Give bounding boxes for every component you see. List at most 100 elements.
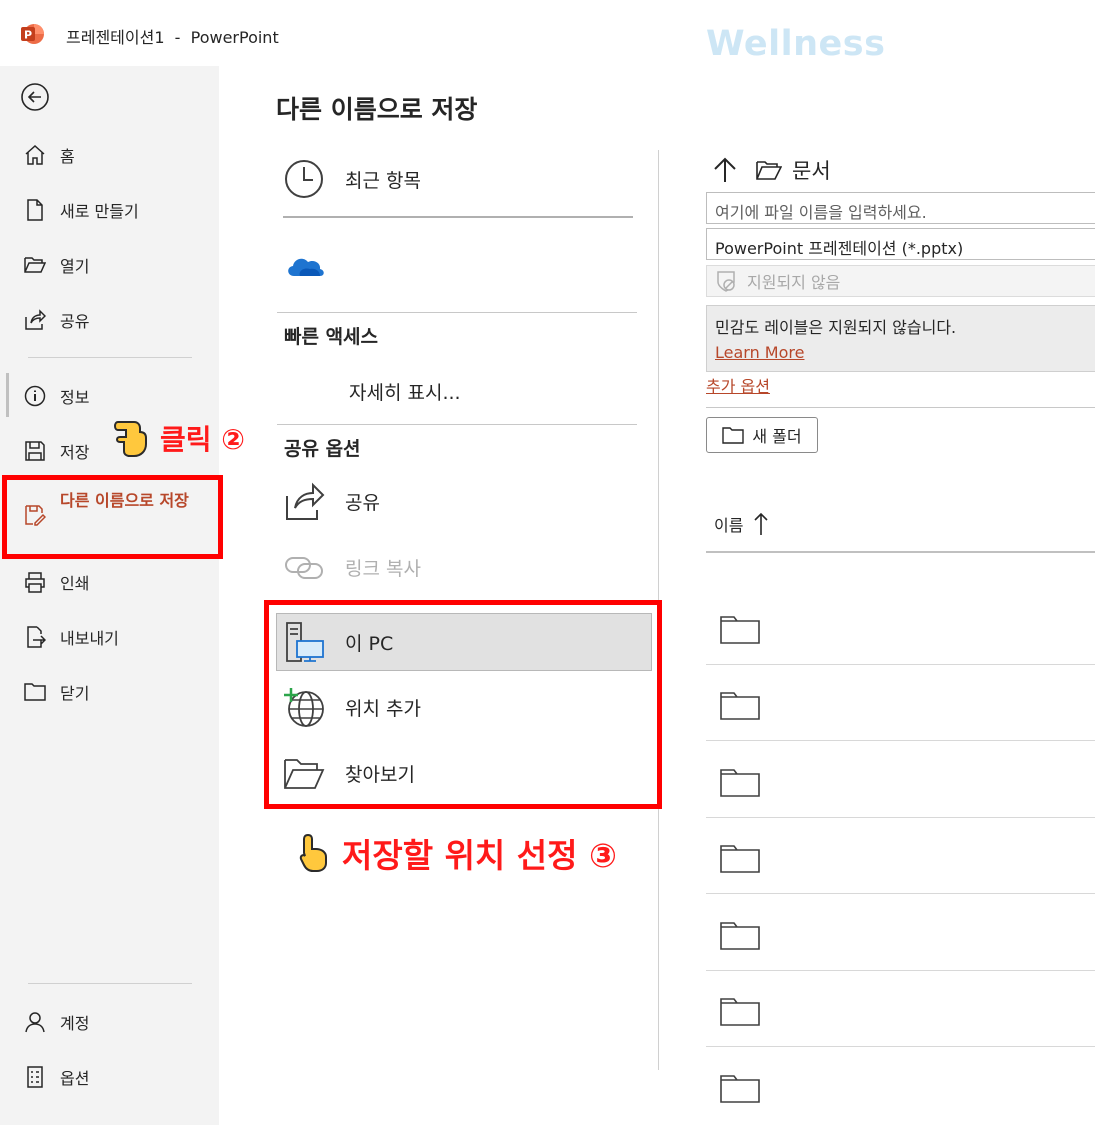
sensitivity-select: 지원되지 않음 — [706, 265, 1095, 297]
divider — [283, 216, 633, 218]
folder-icon — [720, 922, 760, 950]
location-copy-link: 링크 복사 — [283, 546, 421, 588]
sidebar-item-label: 정보 — [60, 388, 90, 407]
pointing-hand-icon — [114, 421, 147, 457]
learn-more-link[interactable]: Learn More — [715, 343, 804, 362]
sidebar-item-home[interactable]: 홈 — [24, 138, 75, 172]
export-icon — [27, 626, 46, 648]
sidebar-item-print[interactable]: 인쇄 — [24, 565, 89, 599]
annotation-highlight-locations — [264, 600, 662, 809]
sidebar-item-options[interactable]: 옵션 — [24, 1060, 89, 1094]
folder-icon — [720, 845, 760, 873]
location-label: 최근 항목 — [345, 169, 421, 192]
new-folder-button[interactable]: 새 폴더 — [706, 417, 818, 453]
sidebar-item-info[interactable]: 정보 — [24, 379, 89, 413]
sidebar-item-account[interactable]: 계정 — [24, 1005, 89, 1039]
more-options-link[interactable]: 추가 옵션 — [706, 373, 770, 397]
list-item[interactable] — [706, 666, 1095, 741]
sidebar-item-label: 인쇄 — [60, 574, 90, 593]
show-more-link[interactable]: 자세히 표시... — [349, 378, 461, 405]
share-icon — [286, 482, 325, 520]
column-label: 이름 — [714, 516, 744, 535]
window-title: 프레젠테이션1 - PowerPoint — [66, 28, 279, 47]
share-icon — [25, 309, 46, 330]
powerpoint-logo-icon: P — [21, 24, 44, 44]
folder-icon — [720, 616, 760, 644]
sidebar-item-label: 저장 — [60, 443, 90, 462]
account-icon — [25, 1012, 45, 1033]
list-item[interactable] — [706, 1049, 1095, 1103]
list-item[interactable] — [706, 743, 1095, 818]
page-title: 다른 이름으로 저장 — [276, 95, 478, 124]
sensitivity-notice: 민감도 레이블은 지원되지 않습니다. Learn More — [706, 305, 1095, 372]
sidebar-item-label: 계정 — [60, 1014, 90, 1033]
location-label: 링크 복사 — [345, 557, 421, 580]
folder-icon — [720, 1075, 760, 1103]
location-label: 공유 — [345, 491, 380, 514]
annotation-select-location-label: 저장할 위치 선정 ③ — [342, 836, 617, 875]
sidebar-item-share[interactable]: 공유 — [24, 303, 89, 337]
divider — [277, 312, 637, 313]
location-share[interactable]: 공유 — [283, 480, 380, 522]
column-header-name[interactable]: 이름 — [714, 512, 769, 536]
new-folder-label: 새 폴더 — [752, 427, 802, 446]
path-bar: 문서 — [712, 155, 831, 185]
sidebar-item-close[interactable]: 닫기 — [24, 675, 89, 709]
quick-access-heading: 빠른 액세스 — [284, 326, 379, 348]
sidebar-item-label: 옵션 — [60, 1069, 90, 1088]
sidebar-item-label: 공유 — [60, 312, 90, 331]
back-arrow-icon — [21, 83, 49, 111]
sidebar-divider-bottom — [28, 983, 192, 984]
sidebar-item-label: 열기 — [60, 257, 90, 276]
annotation-click: 클릭 ② — [114, 418, 245, 458]
list-item[interactable] — [706, 819, 1095, 894]
sidebar-item-open[interactable]: 열기 — [24, 248, 89, 282]
new-document-icon — [27, 199, 43, 221]
location-onedrive[interactable] — [284, 250, 326, 286]
list-item[interactable] — [706, 590, 1095, 665]
list-item[interactable] — [706, 972, 1095, 1047]
location-recent[interactable]: 최근 항목 — [283, 158, 421, 200]
folder-icon — [720, 769, 760, 797]
notice-text: 민감도 레이블은 지원되지 않습니다. — [715, 318, 957, 337]
folder-icon — [720, 692, 760, 720]
sidebar-item-label: 새로 만들기 — [60, 202, 139, 221]
open-folder-icon — [24, 257, 46, 273]
up-arrow-icon[interactable] — [712, 156, 738, 184]
print-icon — [25, 572, 45, 593]
sidebar-item-label: 내보내기 — [60, 629, 119, 648]
folder-open-icon — [756, 161, 782, 180]
home-icon — [25, 144, 45, 165]
sensitivity-label: 지원되지 않음 — [747, 273, 841, 292]
onedrive-cloud-icon — [288, 258, 324, 276]
annotation-select-location: 저장할 위치 선정 ③ — [298, 829, 617, 877]
save-icon — [25, 441, 45, 461]
sidebar-item-new[interactable]: 새로 만들기 — [24, 193, 139, 227]
filename-input[interactable]: 여기에 파일 이름을 입력하세요. — [706, 192, 1095, 224]
sidebar-item-label: 닫기 — [60, 684, 90, 703]
info-icon — [24, 385, 46, 407]
sidebar-indicator — [6, 373, 9, 417]
list-item[interactable] — [706, 896, 1095, 971]
link-icon — [285, 557, 323, 579]
annotation-click-label: 클릭 ② — [160, 423, 245, 456]
sidebar-item-save[interactable]: 저장 — [24, 434, 89, 468]
title-bar: P 프레젠테이션1 - PowerPoint Wellness Resource… — [0, 0, 1095, 104]
divider — [706, 407, 1095, 408]
back-button[interactable] — [20, 82, 50, 116]
logo-letter: P — [24, 29, 32, 42]
path-folder-name[interactable]: 문서 — [792, 155, 831, 185]
file-type-select[interactable]: PowerPoint 프레젠테이션 (*.pptx) — [706, 228, 1095, 260]
folder-icon — [720, 998, 760, 1026]
annotation-highlight-save-as — [2, 475, 223, 559]
divider — [277, 424, 637, 425]
share-options-heading: 공유 옵션 — [284, 438, 361, 460]
new-folder-icon — [722, 427, 745, 444]
close-folder-icon — [24, 683, 46, 701]
clock-icon — [285, 160, 323, 198]
column-header-divider — [706, 551, 1095, 553]
sensitivity-blocked-icon — [717, 271, 735, 292]
sidebar-divider — [28, 357, 192, 358]
sidebar-item-export[interactable]: 내보내기 — [24, 620, 119, 654]
pointing-hand-icon — [299, 833, 327, 872]
